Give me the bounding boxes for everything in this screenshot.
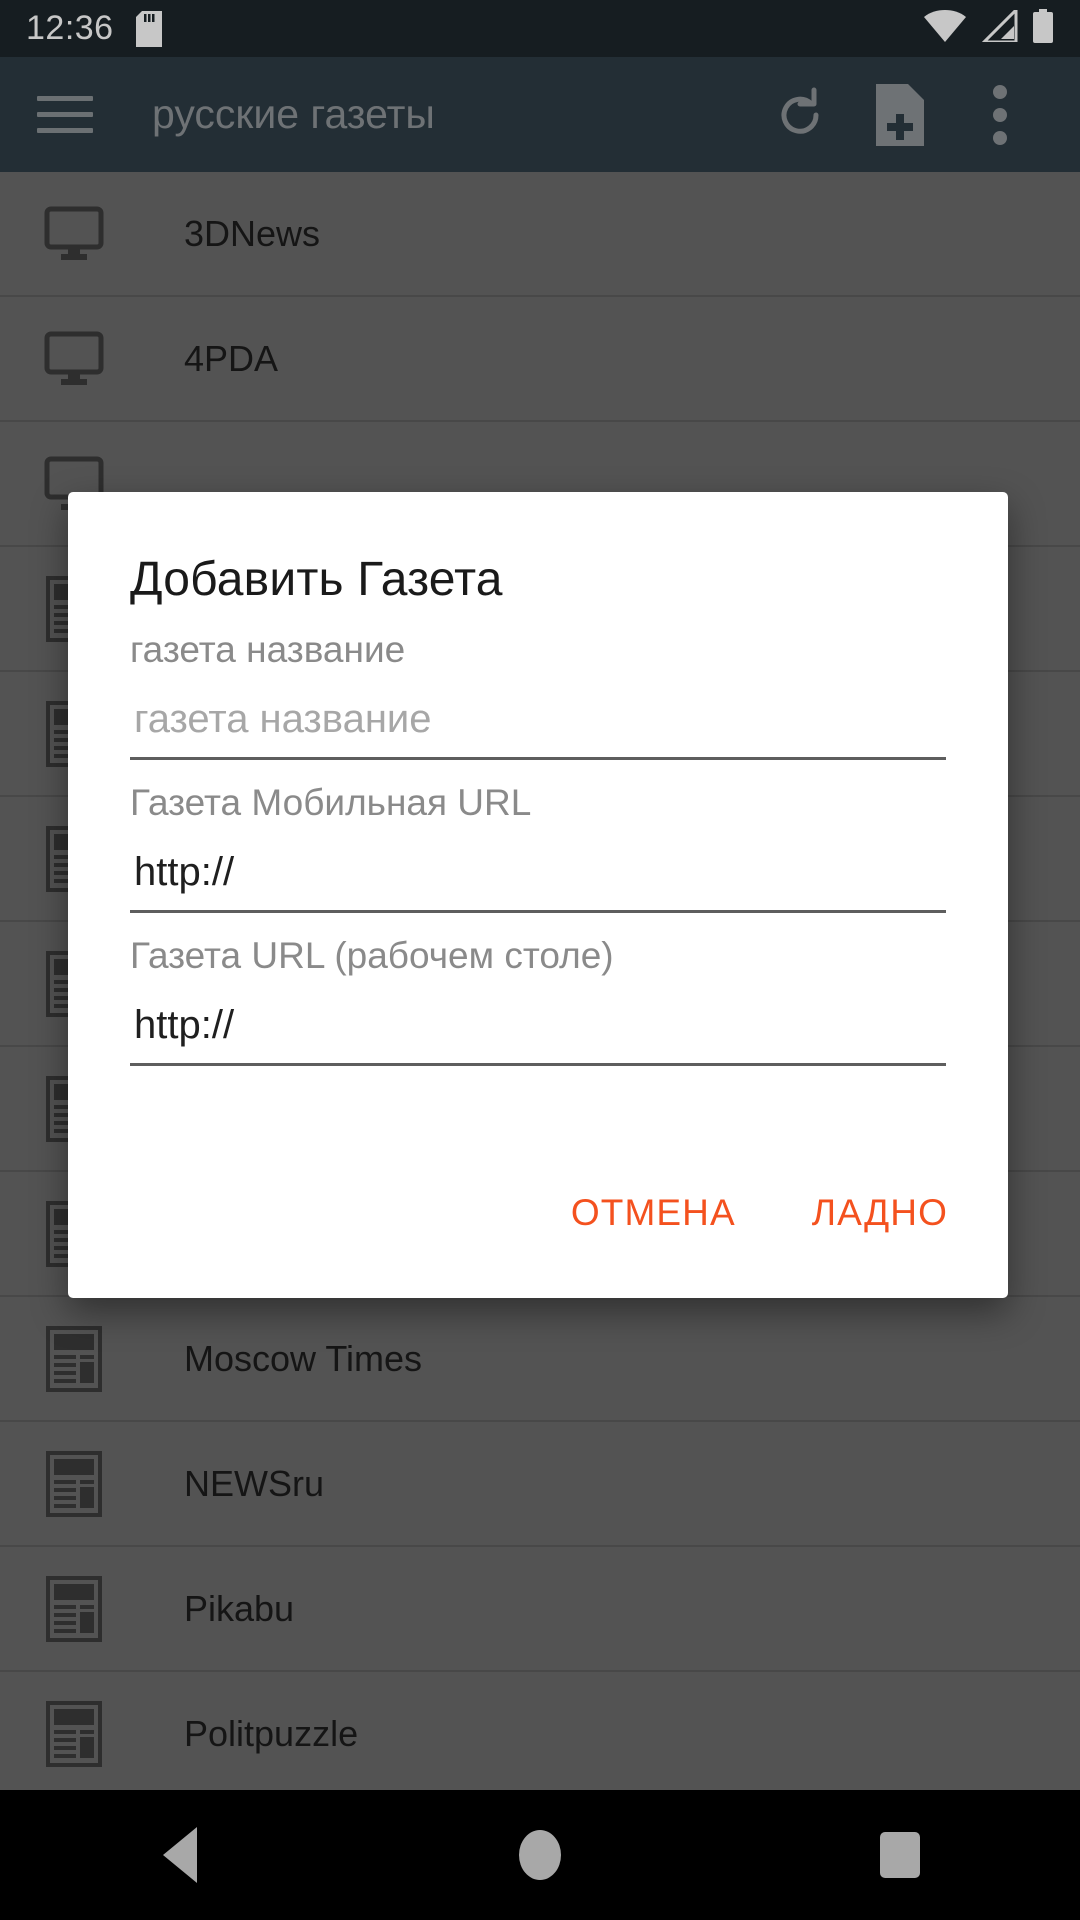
- dialog-actions: ОТМЕНА ЛАДНО: [68, 1174, 1008, 1298]
- field-label: Газета Мобильная URL: [130, 782, 532, 823]
- ok-button[interactable]: ЛАДНО: [786, 1174, 974, 1252]
- mobile-url-input-value: http://: [134, 850, 235, 894]
- dialog-title: Добавить Газета: [130, 553, 503, 606]
- dialog-spacer: [68, 1066, 1008, 1174]
- cancel-button[interactable]: ОТМЕНА: [545, 1174, 762, 1252]
- field-name: газета название газета название: [68, 629, 1008, 760]
- field-desktop-url: Газета URL (рабочем столе) http://: [68, 935, 1008, 1066]
- desktop-url-input[interactable]: http://: [130, 1003, 946, 1066]
- home-nav-icon[interactable]: [465, 1790, 615, 1920]
- name-input[interactable]: газета название: [130, 697, 946, 760]
- desktop-url-input-value: http://: [134, 1003, 235, 1047]
- system-navigation-bar: [0, 1790, 1080, 1920]
- mobile-url-input[interactable]: http://: [130, 850, 946, 913]
- field-mobile-url: Газета Мобильная URL http://: [68, 782, 1008, 913]
- field-label: Газета URL (рабочем столе): [130, 935, 614, 976]
- back-nav-icon[interactable]: [105, 1790, 255, 1920]
- field-label: газета название: [130, 629, 406, 670]
- add-newspaper-dialog: Добавить Газета газета название газета н…: [68, 492, 1008, 1298]
- phone-screen: 12:36 русские газеты 3DNews 4PDA Moscow …: [0, 0, 1080, 1920]
- recents-nav-icon[interactable]: [825, 1790, 975, 1920]
- name-input-placeholder: газета название: [134, 697, 432, 741]
